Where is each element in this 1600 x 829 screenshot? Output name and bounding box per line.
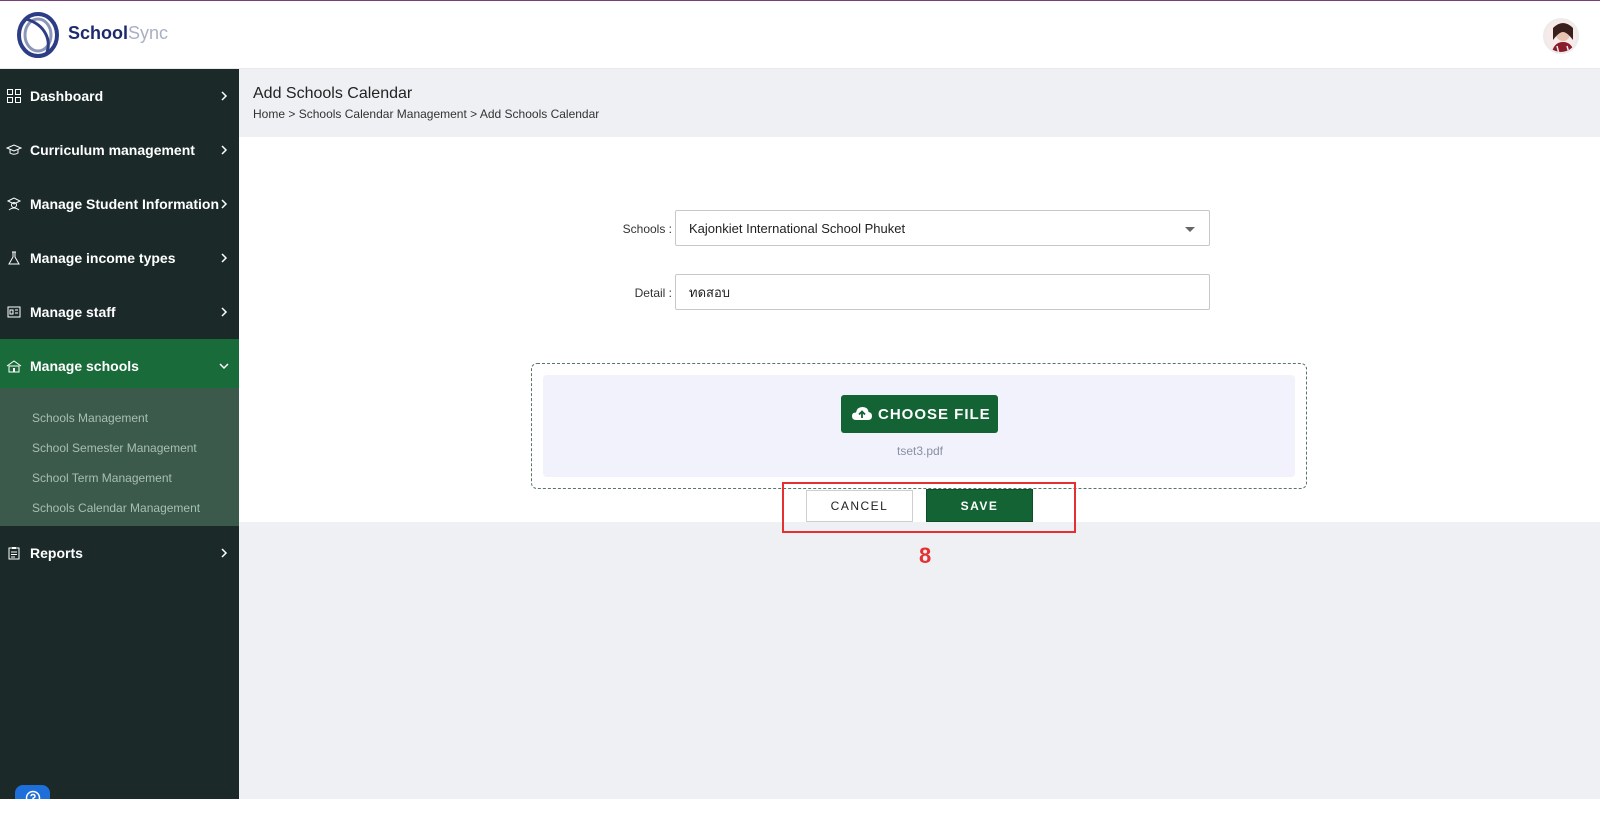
- sidebar-item-label: Manage schools: [30, 358, 139, 374]
- grid-icon: [6, 88, 22, 104]
- chevron-right-icon: [221, 145, 228, 155]
- choose-file-label: CHOOSE FILE: [878, 406, 991, 423]
- schoolsync-logo-icon: [17, 12, 59, 58]
- sidebar-item-label: Manage Student Information: [30, 196, 219, 212]
- schools-select-value: Kajonkiet International School Phuket: [689, 221, 906, 236]
- sidebar: Dashboard Curriculum management Manage S…: [0, 69, 239, 799]
- schools-label: Schools :: [622, 222, 672, 236]
- sidebar-item-manage-schools[interactable]: Manage schools: [0, 339, 239, 393]
- submenu-item-schools-calendar-management[interactable]: Schools Calendar Management: [32, 501, 200, 515]
- graduation-cap-icon: [6, 142, 22, 158]
- sidebar-item-label: Curriculum management: [30, 142, 195, 158]
- chevron-right-icon: [221, 199, 228, 209]
- sidebar-item-reports[interactable]: Reports: [0, 526, 239, 580]
- clipboard-icon: [6, 545, 22, 561]
- sidebar-item-label: Reports: [30, 545, 83, 561]
- breadcrumb-home[interactable]: Home: [253, 107, 285, 121]
- user-avatar[interactable]: [1543, 18, 1579, 54]
- detail-label: Detail :: [634, 286, 672, 300]
- annotation-highlight-box: [782, 482, 1076, 533]
- brand-light: Sync: [128, 23, 169, 43]
- app-header: SchoolSync: [0, 1, 1600, 69]
- id-card-icon: [6, 304, 22, 320]
- page-title: Add Schools Calendar: [253, 85, 413, 102]
- sidebar-item-label: Manage staff: [30, 304, 116, 320]
- sidebar-item-curriculum[interactable]: Curriculum management: [0, 123, 239, 177]
- schools-select[interactable]: Kajonkiet International School Phuket: [675, 210, 1210, 246]
- brand-bold: School: [68, 23, 129, 43]
- dropdown-caret-icon: [1185, 227, 1195, 232]
- chevron-right-icon: [221, 91, 228, 101]
- sidebar-item-label: Dashboard: [30, 88, 104, 104]
- bottom-strip: [0, 799, 1600, 829]
- brand-name[interactable]: SchoolSync: [68, 23, 168, 44]
- chevron-right-icon: [221, 253, 228, 263]
- submenu-item-school-semester-management[interactable]: School Semester Management: [32, 441, 197, 455]
- sidebar-item-staff[interactable]: Manage staff: [0, 285, 239, 339]
- sidebar-item-dashboard[interactable]: Dashboard: [0, 69, 239, 123]
- breadcrumb-separator: >: [470, 107, 478, 121]
- breadcrumb-current: Add Schools Calendar: [479, 107, 600, 121]
- submenu-item-schools-management[interactable]: Schools Management: [32, 411, 148, 425]
- school-icon: [6, 358, 22, 374]
- sidebar-item-label: Manage income types: [30, 250, 176, 266]
- avatar-image-icon: [1545, 20, 1577, 52]
- sidebar-item-income-types[interactable]: Manage income types: [0, 231, 239, 285]
- breadcrumb-schools-calendar-management[interactable]: Schools Calendar Management: [299, 107, 467, 121]
- breadcrumb-separator: >: [288, 107, 296, 121]
- breadcrumb: Home > Schools Calendar Management > Add…: [253, 107, 599, 121]
- annotation-step-number: 8: [919, 543, 932, 568]
- flask-icon: [6, 250, 22, 266]
- chevron-down-icon: [219, 363, 229, 370]
- sidebar-item-student-information[interactable]: Manage Student Information: [0, 177, 239, 231]
- student-icon: [6, 196, 22, 212]
- choose-file-button[interactable]: CHOOSE FILE: [841, 395, 998, 433]
- submenu-item-school-term-management[interactable]: School Term Management: [32, 471, 172, 485]
- manage-schools-submenu: Schools Management School Semester Manag…: [0, 388, 239, 526]
- detail-input[interactable]: [675, 274, 1210, 310]
- chevron-right-icon: [221, 307, 228, 317]
- chevron-right-icon: [221, 548, 228, 558]
- cloud-upload-icon: [852, 407, 872, 420]
- selected-file-name: tset3.pdf: [896, 444, 944, 458]
